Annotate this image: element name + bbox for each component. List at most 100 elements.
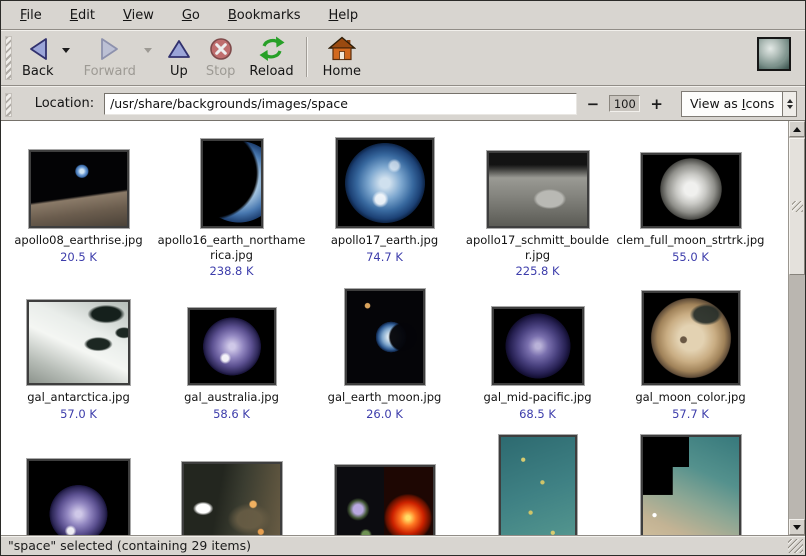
menu-view[interactable]: View (110, 4, 167, 27)
menubar: File Edit View Go Bookmarks Help (1, 1, 805, 29)
file-size: 74.7 K (366, 250, 403, 264)
file-thumbnail-earth-moon-icon[interactable] (345, 289, 425, 385)
file-thumbnail-gray-moon-icon[interactable] (641, 153, 741, 228)
file-manager-window: File Edit View Go Bookmarks Help Back Fo… (0, 0, 806, 556)
forward-button[interactable]: Forward (77, 33, 143, 80)
reload-icon (257, 34, 287, 64)
file-name: gal_moon_color.jpg (635, 390, 745, 405)
file-item-partial[interactable] (155, 435, 308, 535)
scroll-down-button[interactable] (789, 519, 805, 535)
file-item-gal_australia.jpg[interactable]: gal_australia.jpg58.6 K (155, 293, 308, 435)
file-item-partial[interactable] (308, 435, 461, 535)
view-mode-dropdown[interactable]: View as Icons (681, 91, 797, 117)
file-thumbnail-color-moon-icon[interactable] (642, 291, 740, 385)
menu-help[interactable]: Help (316, 4, 372, 27)
file-size: 26.0 K (366, 407, 403, 421)
reload-button[interactable]: Reload (242, 33, 300, 80)
forward-history-dropdown[interactable] (143, 34, 159, 64)
icon-row (1, 435, 788, 535)
file-item-partial[interactable] (2, 435, 155, 535)
reload-label: Reload (249, 64, 293, 79)
icon-row: apollo08_earthrise.jpg 20.5 K apollo16_ear… (1, 136, 788, 293)
file-item-gal_antarctica.jpg[interactable]: gal_antarctica.jpg 57.0 K (2, 293, 155, 435)
stop-button[interactable]: Stop (199, 33, 243, 80)
file-name: gal_australia.jpg (184, 390, 279, 405)
location-label: Location: (35, 96, 94, 111)
file-thumbnail-dark-purple-earth-icon[interactable] (492, 307, 584, 385)
menu-file[interactable]: File (7, 4, 55, 27)
zoom-level-indicator: 100 (609, 95, 640, 112)
view-mode-label: View as Icons (682, 92, 782, 116)
file-name: apollo16_earth_northamerica.jpg (157, 233, 306, 262)
file-thumbnail-blue-marble-icon[interactable] (336, 138, 434, 228)
file-size: 57.7 K (672, 407, 709, 421)
up-button[interactable]: Up (159, 33, 199, 80)
zoom-in-button[interactable]: + (646, 95, 667, 113)
file-thumbnail-antarctica-icon[interactable] (27, 300, 130, 385)
back-arrow-icon (25, 34, 51, 64)
home-label: Home (323, 64, 361, 79)
location-input[interactable] (104, 93, 577, 115)
file-item-partial[interactable] (614, 435, 767, 535)
file-thumbnail-moonscape-icon[interactable] (487, 151, 589, 228)
menu-go[interactable]: Go (169, 4, 213, 27)
file-item-apollo16_earth_northamerica.jpg[interactable]: apollo16_earth_northamerica.jpg 238.8 K (155, 136, 308, 293)
file-name: gal_earth_moon.jpg (328, 390, 442, 405)
file-name: gal_mid-pacific.jpg (483, 390, 591, 405)
file-item-gal_earth_moon.jpg[interactable]: gal_earth_moon.jpg 26.0 K (308, 293, 461, 435)
scrollbar-thumb[interactable] (789, 138, 805, 275)
up-label: Up (170, 64, 188, 79)
home-button[interactable]: Home (316, 33, 368, 80)
status-text: "space" selected (containing 29 items) (8, 538, 251, 553)
file-thumbnail-galaxy-icon[interactable] (182, 462, 282, 535)
file-name: apollo17_schmitt_boulder.jpg (463, 233, 612, 262)
file-name: clem_full_moon_strtrk.jpg (617, 233, 765, 248)
file-name: gal_antarctica.jpg (27, 390, 130, 405)
menu-edit[interactable]: Edit (57, 4, 108, 27)
scrollbar-track[interactable] (789, 137, 805, 519)
scrollbar-grip-icon (792, 201, 803, 212)
file-size: 57.0 K (60, 407, 97, 421)
file-thumbnail-stepped-nebula-icon[interactable] (641, 435, 741, 535)
file-size: 238.8 K (209, 264, 253, 278)
file-size: 20.5 K (60, 250, 97, 264)
vertical-scrollbar[interactable] (788, 121, 805, 535)
menu-bookmarks[interactable]: Bookmarks (215, 4, 314, 27)
scroll-up-button[interactable] (789, 121, 805, 137)
toolbar-drag-handle[interactable] (5, 36, 12, 80)
content-area: apollo08_earthrise.jpg 20.5 K apollo16_ear… (1, 120, 805, 535)
file-name: apollo17_earth.jpg (331, 233, 438, 248)
file-thumbnail-purple-earth-icon[interactable] (188, 308, 276, 385)
back-button[interactable]: Back (15, 33, 61, 80)
file-name: apollo08_earthrise.jpg (14, 233, 142, 248)
file-thumbnail-teal-streaks-icon[interactable] (499, 435, 577, 535)
scroll-up-arrow-icon (793, 127, 801, 132)
back-label: Back (22, 64, 54, 79)
toolbar-separator (306, 37, 307, 77)
file-thumbnail-earth-crescent-icon[interactable] (201, 139, 263, 228)
stop-icon (208, 34, 234, 64)
stop-label: Stop (206, 64, 236, 79)
back-history-dropdown[interactable] (61, 34, 77, 64)
zoom-out-button[interactable]: − (583, 95, 604, 113)
status-bar: "space" selected (containing 29 items) (1, 535, 805, 555)
file-item-apollo17_schmitt_boulder.jpg[interactable]: apollo17_schmitt_boulder.jpg 225.8 K (461, 136, 614, 293)
file-item-gal_mid-pacific.jpg[interactable]: gal_mid-pacific.jpg68.5 K (461, 293, 614, 435)
file-size: 225.8 K (515, 264, 559, 278)
file-thumbnail-nebula-pair-icon[interactable] (335, 465, 435, 535)
locationbar-drag-handle[interactable] (5, 93, 12, 117)
up-arrow-icon (166, 34, 192, 64)
dropdown-arrow-icon[interactable] (782, 92, 796, 116)
icon-grid[interactable]: apollo08_earthrise.jpg 20.5 K apollo16_ear… (1, 121, 788, 535)
file-item-gal_moon_color.jpg[interactable]: gal_moon_color.jpg 57.7 K (614, 293, 767, 435)
home-icon (328, 34, 356, 64)
resize-grip[interactable] (788, 539, 803, 553)
file-item-clem_full_moon_strtrk.jpg[interactable]: clem_full_moon_strtrk.jpg55.0 K (614, 136, 767, 293)
file-thumbnail-earthrise-icon[interactable] (29, 150, 129, 228)
file-item-apollo17_earth.jpg[interactable]: apollo17_earth.jpg 74.7 K (308, 136, 461, 293)
toolbar: Back Forward Up Stop (1, 31, 805, 85)
icon-row: gal_antarctica.jpg 57.0 K gal_australia.jp… (1, 293, 788, 435)
file-item-apollo08_earthrise.jpg[interactable]: apollo08_earthrise.jpg 20.5 K (2, 136, 155, 293)
file-thumbnail-purple-earth-icon[interactable] (27, 459, 130, 535)
file-item-partial[interactable] (461, 435, 614, 535)
